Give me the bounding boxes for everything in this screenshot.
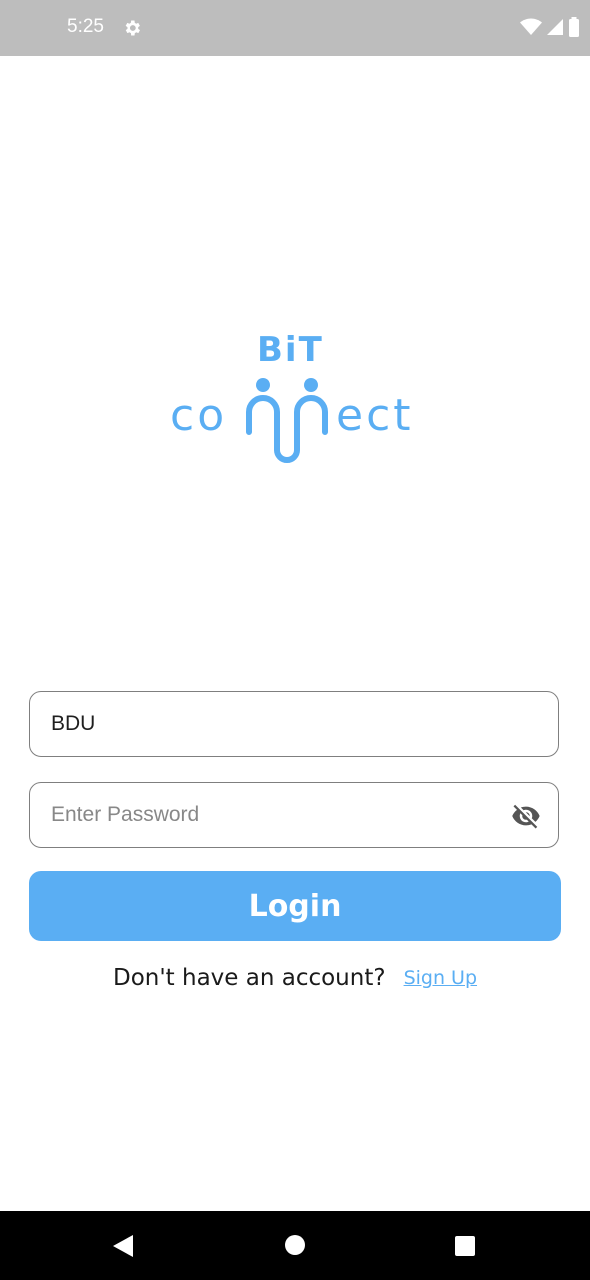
svg-text:ect: ect [336, 390, 414, 441]
wifi-icon [520, 18, 542, 35]
password-placeholder: Enter Password [51, 803, 200, 826]
login-button[interactable]: Login [29, 871, 561, 941]
battery-icon [569, 17, 579, 37]
back-icon[interactable] [112, 1234, 134, 1258]
app-logo: BiT co ect [160, 320, 440, 480]
eye-off-icon[interactable] [510, 801, 542, 831]
home-icon[interactable] [284, 1234, 306, 1256]
svg-text:co: co [170, 390, 227, 441]
signup-prompt: Don't have an account? [112, 965, 386, 991]
recent-apps-icon[interactable] [454, 1235, 476, 1257]
signal-icon [547, 19, 563, 35]
system-nav-bar [0, 1211, 590, 1280]
username-field[interactable]: BDU [29, 691, 559, 757]
status-bar: 5:25 [0, 0, 590, 56]
logo-top-text: BiT [257, 330, 324, 370]
password-field[interactable]: Enter Password [29, 782, 559, 848]
status-icons [520, 16, 580, 38]
signup-link[interactable]: Sign Up [404, 967, 477, 989]
logo-wordmark: co ect [170, 378, 414, 463]
status-time: 5:25 [67, 16, 104, 37]
username-value: BDU [51, 712, 96, 735]
signup-row: Don't have an account? Sign Up [0, 960, 590, 996]
gear-icon [125, 20, 140, 36]
